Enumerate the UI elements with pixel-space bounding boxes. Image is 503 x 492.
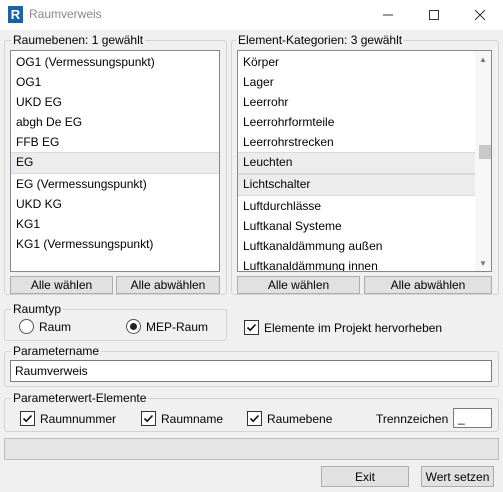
- minimize-icon: [383, 14, 393, 16]
- raumname-label: Raumname: [161, 411, 224, 426]
- parametername-legend: Parametername: [11, 344, 102, 358]
- raumtyp-legend: Raumtyp: [11, 302, 64, 316]
- maximize-icon: [429, 10, 439, 20]
- list-item[interactable]: Leerrohrstrecken: [238, 132, 475, 152]
- close-icon: [475, 10, 485, 20]
- raumnummer-label: Raumnummer: [40, 411, 117, 426]
- list-item[interactable]: OG1: [11, 72, 219, 92]
- progress-bar: [4, 438, 499, 460]
- list-item[interactable]: OG1 (Vermessungspunkt): [11, 52, 219, 72]
- close-button[interactable]: [457, 0, 503, 30]
- list-item[interactable]: UKD KG: [11, 194, 219, 214]
- list-item[interactable]: Leerrohr: [238, 92, 475, 112]
- categories-scrollbar[interactable]: ▲ ▼: [475, 51, 491, 271]
- raumtyp-option-raum[interactable]: Raum: [19, 319, 71, 334]
- scroll-down-icon[interactable]: ▼: [475, 255, 491, 271]
- highlight-option[interactable]: Elemente im Projekt hervorheben: [244, 320, 442, 335]
- list-item[interactable]: Luftkanal Systeme: [238, 216, 475, 236]
- checkmark-icon: [246, 323, 257, 332]
- scrollbar-thumb[interactable]: [479, 145, 491, 160]
- categories-select-all-button[interactable]: Alle wählen: [237, 276, 360, 294]
- list-item[interactable]: Luftdurchlässe: [238, 196, 475, 216]
- raumname-checkbox[interactable]: [141, 411, 156, 426]
- raumname-option[interactable]: Raumname: [141, 411, 223, 426]
- list-item[interactable]: FFB EG: [11, 132, 219, 152]
- levels-legend: Raumebenen: 1 gewählt: [11, 33, 146, 47]
- maximize-button[interactable]: [411, 0, 457, 30]
- list-item[interactable]: abgh De EG: [11, 112, 219, 132]
- highlight-checkbox[interactable]: [244, 320, 259, 335]
- categories-list[interactable]: Körper Lager Leerrohr Leerrohrformteile Leer…: [237, 50, 492, 272]
- checkmark-icon: [249, 414, 260, 423]
- list-item[interactable]: EG (Vermessungspunkt): [11, 174, 219, 194]
- paramvalues-legend: Parameterwert-Elemente: [11, 391, 149, 405]
- raumtyp-mep-label: MEP-Raum: [146, 319, 209, 334]
- categories-deselect-all-button[interactable]: Alle abwählen: [364, 276, 492, 294]
- raumtyp-raum-label: Raum: [39, 319, 72, 334]
- raumebene-label: Raumebene: [267, 411, 333, 426]
- list-item[interactable]: KG1: [11, 214, 219, 234]
- raumtyp-option-mep[interactable]: MEP-Raum: [126, 319, 208, 334]
- list-item[interactable]: Leerrohrformteile: [238, 112, 475, 132]
- list-item[interactable]: Lichtschalter: [238, 174, 475, 196]
- separator-input[interactable]: _: [453, 408, 492, 428]
- raumebene-option[interactable]: Raumebene: [247, 411, 332, 426]
- apply-button[interactable]: Wert setzen: [421, 466, 494, 487]
- levels-deselect-all-button[interactable]: Alle abwählen: [116, 276, 220, 294]
- checkmark-icon: [143, 414, 154, 423]
- levels-list[interactable]: OG1 (Vermessungspunkt) OG1 UKD EG abgh De E…: [10, 50, 220, 272]
- raumnummer-option[interactable]: Raumnummer: [20, 411, 116, 426]
- list-item[interactable]: Luftkanaldämmung außen: [238, 236, 475, 256]
- window-title: Raumverweis: [29, 7, 102, 21]
- radio-mep-raum[interactable]: [126, 319, 141, 334]
- list-item[interactable]: EG: [11, 152, 219, 174]
- app-logo-icon: R: [8, 6, 23, 23]
- separator-label: Trennzeichen: [376, 412, 449, 426]
- highlight-label: Elemente im Projekt hervorheben: [264, 320, 443, 335]
- radio-raum[interactable]: [19, 319, 34, 334]
- list-item[interactable]: Leuchten: [238, 152, 475, 174]
- list-item[interactable]: UKD EG: [11, 92, 219, 112]
- list-item[interactable]: Körper: [238, 52, 475, 72]
- parametername-input[interactable]: Raumverweis: [10, 360, 492, 382]
- scroll-up-icon[interactable]: ▲: [475, 51, 491, 67]
- raumnummer-checkbox[interactable]: [20, 411, 35, 426]
- categories-legend: Element-Kategorien: 3 gewählt: [236, 33, 405, 47]
- list-item[interactable]: KG1 (Vermessungspunkt): [11, 234, 219, 254]
- minimize-button[interactable]: [365, 0, 411, 30]
- list-item[interactable]: Luftkanaldämmung innen: [238, 256, 475, 271]
- radio-selected-dot: [130, 323, 137, 330]
- exit-button[interactable]: Exit: [321, 466, 409, 487]
- checkmark-icon: [22, 414, 33, 423]
- levels-select-all-button[interactable]: Alle wählen: [10, 276, 113, 294]
- raumebene-checkbox[interactable]: [247, 411, 262, 426]
- list-item[interactable]: Lager: [238, 72, 475, 92]
